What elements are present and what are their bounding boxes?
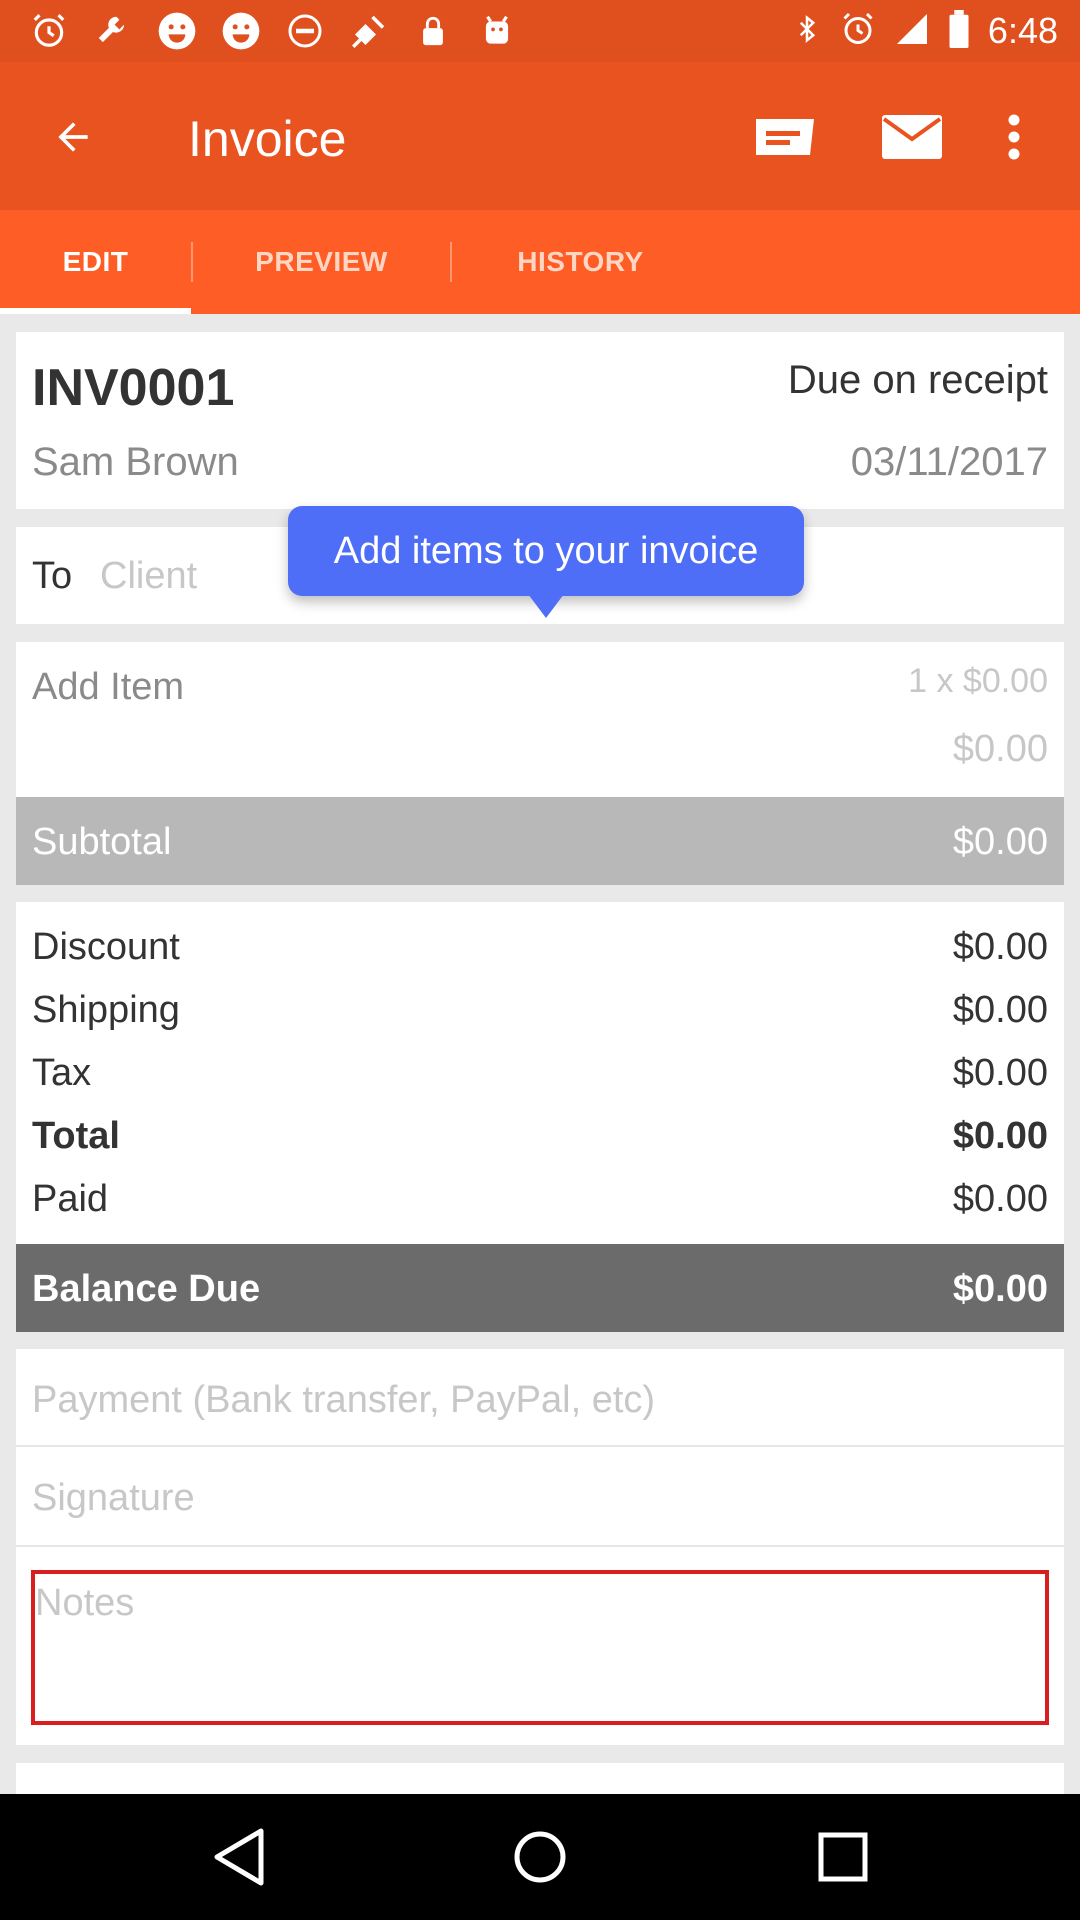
subtotal-row: Subtotal $0.00 bbox=[16, 797, 1064, 885]
nav-back-icon bbox=[214, 1828, 264, 1886]
arrow-back-icon bbox=[58, 122, 88, 152]
nav-home-icon bbox=[514, 1831, 566, 1883]
paid-label: Paid bbox=[32, 1178, 109, 1220]
more-options-button[interactable] bbox=[984, 102, 1044, 172]
android-icon bbox=[476, 10, 518, 52]
mail-icon bbox=[882, 115, 942, 159]
page-title: Invoice bbox=[188, 111, 347, 167]
paid-row[interactable]: Paid $0.00 bbox=[32, 1178, 1048, 1221]
business-name: Sam Brown bbox=[32, 440, 239, 484]
nav-recents-icon bbox=[818, 1832, 868, 1882]
discount-label: Discount bbox=[32, 926, 180, 968]
item-amount: $0.00 bbox=[952, 728, 1048, 770]
bluetooth-icon bbox=[792, 10, 822, 53]
lock-icon bbox=[412, 10, 454, 52]
notes-field[interactable]: Notes bbox=[31, 1570, 1049, 1725]
totals-card: Discount $0.00 Shipping $0.00 Tax $0.00 … bbox=[16, 902, 1064, 1244]
no-entry-icon bbox=[284, 10, 326, 52]
invoice-number: INV0001 bbox=[32, 359, 235, 417]
app-bar: Invoice bbox=[0, 62, 1080, 210]
more-vert-icon bbox=[1008, 114, 1020, 160]
subtotal-label: Subtotal bbox=[32, 821, 172, 863]
invoice-date: 03/11/2017 bbox=[850, 440, 1048, 484]
tooltip-text: Add items to your invoice bbox=[333, 529, 759, 572]
invoice-header-card[interactable]: INV0001 Due on receipt Sam Brown 03/11/2… bbox=[16, 332, 1064, 509]
wrench-icon bbox=[92, 10, 134, 52]
nav-back-button[interactable] bbox=[199, 1817, 279, 1897]
paid-value: $0.00 bbox=[952, 1178, 1048, 1220]
nav-recents-button[interactable] bbox=[803, 1817, 883, 1897]
to-label: To bbox=[32, 555, 73, 597]
tab-edit[interactable]: EDIT bbox=[0, 210, 191, 314]
notes-placeholder: Notes bbox=[35, 1582, 135, 1624]
shipping-label: Shipping bbox=[32, 989, 180, 1031]
save-icon bbox=[756, 119, 814, 155]
payment-placeholder: Payment (Bank transfer, PayPal, etc) bbox=[32, 1379, 656, 1421]
add-items-tooltip[interactable]: Add items to your invoice bbox=[288, 506, 804, 618]
save-button[interactable] bbox=[745, 102, 825, 172]
signature-placeholder: Signature bbox=[32, 1477, 195, 1519]
nav-home-button[interactable] bbox=[500, 1817, 580, 1897]
subtotal-value: $0.00 bbox=[952, 821, 1048, 863]
add-item-label: Add Item bbox=[32, 666, 185, 708]
status-bar: 6:48 bbox=[0, 0, 1080, 62]
tab-bar: EDIT PREVIEW HISTORY bbox=[0, 210, 1080, 314]
tab-history[interactable]: HISTORY bbox=[452, 210, 709, 314]
tax-row[interactable]: Tax $0.00 bbox=[32, 1052, 1048, 1095]
client-field[interactable]: Client bbox=[100, 555, 197, 598]
discount-row[interactable]: Discount $0.00 bbox=[32, 926, 1048, 969]
next-card bbox=[16, 1763, 1064, 1794]
alarm-icon bbox=[840, 11, 876, 52]
balance-due-row: Balance Due $0.00 bbox=[16, 1244, 1064, 1332]
total-row: Total $0.00 bbox=[32, 1115, 1048, 1158]
signal-icon bbox=[894, 11, 930, 52]
discount-value: $0.00 bbox=[952, 926, 1048, 968]
smiley-icon bbox=[220, 10, 262, 52]
add-item-row[interactable]: Add Item 1 x $0.00 $0.00 bbox=[16, 642, 1064, 797]
balance-due-label: Balance Due bbox=[32, 1268, 261, 1310]
extras-card: Payment (Bank transfer, PayPal, etc) Sig… bbox=[16, 1349, 1064, 1745]
tax-label: Tax bbox=[32, 1052, 92, 1094]
shipping-value: $0.00 bbox=[952, 989, 1048, 1031]
battery-icon bbox=[948, 9, 970, 53]
email-button[interactable] bbox=[872, 102, 952, 172]
tax-value: $0.00 bbox=[952, 1052, 1048, 1094]
navigation-bar bbox=[0, 1794, 1080, 1920]
signature-field[interactable]: Signature bbox=[16, 1447, 1064, 1547]
status-time: 6:48 bbox=[987, 10, 1058, 51]
smiley-icon bbox=[156, 10, 198, 52]
back-button[interactable] bbox=[38, 102, 108, 172]
shipping-row[interactable]: Shipping $0.00 bbox=[32, 989, 1048, 1032]
item-qty-price: 1 x $0.00 bbox=[908, 662, 1048, 700]
payment-field[interactable]: Payment (Bank transfer, PayPal, etc) bbox=[16, 1349, 1064, 1447]
total-value: $0.00 bbox=[952, 1115, 1048, 1157]
balance-due-value: $0.00 bbox=[952, 1268, 1048, 1310]
due-terms: Due on receipt bbox=[787, 358, 1048, 402]
satellite-fake-gps-icon bbox=[348, 10, 390, 52]
alarm-icon bbox=[28, 10, 70, 52]
total-label: Total bbox=[32, 1115, 120, 1157]
tab-preview[interactable]: PREVIEW bbox=[193, 210, 450, 314]
